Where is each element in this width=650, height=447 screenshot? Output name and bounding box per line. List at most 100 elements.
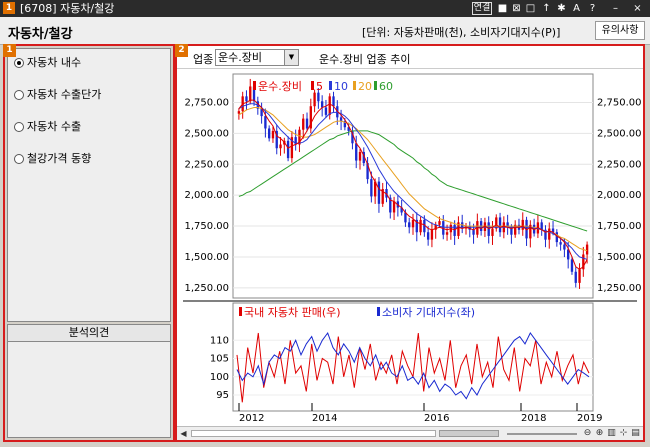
radio-icon[interactable] bbox=[14, 154, 24, 164]
scroll-left-icon[interactable]: ◀ bbox=[178, 428, 189, 439]
opinion-body bbox=[7, 342, 171, 438]
legend-marker bbox=[377, 307, 380, 316]
menu-item-auto-export[interactable]: 자동차 수출 bbox=[14, 119, 81, 135]
candle-body bbox=[426, 232, 430, 240]
zoom-in-icon[interactable]: ⊕ bbox=[594, 428, 605, 439]
candle-body bbox=[249, 86, 252, 102]
price-ytick-label-right: 2,500.00 bbox=[597, 128, 642, 139]
candle-body bbox=[578, 269, 581, 283]
candle-body bbox=[377, 181, 381, 204]
menu-item-label: 자동차 수출단가 bbox=[27, 88, 102, 101]
legend-label: 운수.장비 bbox=[258, 80, 302, 93]
candle-body bbox=[264, 116, 267, 129]
candle-body bbox=[419, 219, 422, 233]
candle-body bbox=[487, 222, 490, 236]
zoom-out-icon[interactable]: ⊖ bbox=[582, 428, 593, 439]
close-box-icon[interactable]: ⊠ bbox=[511, 2, 522, 15]
menu-item-label: 철강가격 동향 bbox=[27, 152, 92, 165]
candle-body bbox=[267, 128, 271, 139]
candle-body bbox=[302, 118, 305, 130]
legend-label: 20 bbox=[358, 80, 372, 93]
minimize-icon[interactable]: – bbox=[610, 2, 621, 15]
price-ytick-label-right: 2,750.00 bbox=[597, 98, 642, 109]
price-ytick-label-left: 1,750.00 bbox=[184, 221, 229, 232]
candle-body bbox=[317, 92, 320, 102]
dropdown-arrow-icon[interactable]: ▼ bbox=[284, 50, 298, 65]
candle-body bbox=[574, 271, 577, 283]
screen-header: 자동차/철강 [단위: 자동차판매(천), 소비자기대지수(P)] 유의사항 bbox=[0, 17, 650, 45]
chart-title: 운수.장비 업종 추이 bbox=[319, 53, 411, 66]
link-button[interactable]: 연결 bbox=[472, 2, 492, 15]
notice-button[interactable]: 유의사항 bbox=[595, 21, 645, 40]
bars-icon[interactable]: ▥ bbox=[606, 428, 617, 439]
legend-label: 10 bbox=[334, 80, 348, 93]
price-ytick-label-left: 2,250.00 bbox=[184, 159, 229, 170]
radio-icon[interactable] bbox=[14, 90, 24, 100]
scroll-thumb[interactable] bbox=[439, 430, 499, 437]
legend-label: 60 bbox=[379, 80, 393, 93]
menu-item-export-price[interactable]: 자동차 수출단가 bbox=[14, 87, 101, 103]
price-chart-frame bbox=[232, 73, 594, 299]
legend-marker bbox=[353, 81, 356, 90]
candle-body bbox=[358, 151, 362, 161]
chart-controls: 업종 운수.장비 ▼ 운수.장비 업종 추이 bbox=[177, 46, 643, 69]
candle-body bbox=[555, 232, 559, 243]
candle-body bbox=[339, 117, 343, 122]
window-title: [6708] 자동차/철강 bbox=[20, 2, 115, 15]
settings-icon[interactable]: ✱ bbox=[556, 2, 567, 15]
candle-body bbox=[472, 229, 475, 235]
right-panel: 2 업종 운수.장비 ▼ 운수.장비 업종 추이 1,250.00 1,500.0… bbox=[175, 44, 645, 442]
candle-body bbox=[453, 224, 456, 236]
menu-item-steel-price[interactable]: 철강가격 동향 bbox=[14, 151, 91, 167]
candle-body bbox=[548, 228, 551, 240]
candle-body bbox=[355, 143, 358, 161]
pin-icon[interactable]: ↑ bbox=[541, 2, 552, 15]
candle-body bbox=[392, 201, 396, 213]
candle-body bbox=[408, 222, 411, 228]
price-ytick-label-left: 2,750.00 bbox=[184, 98, 229, 109]
restore-icon[interactable]: □ bbox=[525, 2, 536, 15]
candle-body bbox=[411, 219, 415, 228]
scroll-track[interactable] bbox=[191, 430, 436, 437]
candle-body bbox=[324, 107, 328, 115]
candle-body bbox=[430, 229, 434, 240]
radio-selected-icon[interactable] bbox=[14, 58, 24, 68]
candle-body bbox=[559, 242, 562, 245]
lock-icon[interactable]: ■ bbox=[497, 2, 508, 15]
price-ytick-label-right: 2,250.00 bbox=[597, 159, 642, 170]
candle-body bbox=[521, 219, 524, 230]
sector-select[interactable]: 운수.장비 ▼ bbox=[215, 49, 299, 66]
indicator-xtick-label: 2018 bbox=[521, 413, 546, 424]
price-ytick-label-left: 1,500.00 bbox=[184, 252, 229, 263]
close-icon[interactable]: × bbox=[632, 2, 643, 15]
legend-label: 5 bbox=[316, 80, 323, 93]
menu-item-domestic-auto[interactable]: 자동차 내수 bbox=[14, 55, 81, 71]
legend-marker bbox=[253, 81, 256, 90]
candle-body bbox=[445, 232, 449, 235]
radio-icon[interactable] bbox=[14, 122, 24, 132]
page-title: 자동차/철강 bbox=[8, 27, 73, 42]
help-icon[interactable]: ? bbox=[587, 2, 598, 15]
candle-body bbox=[585, 244, 589, 255]
sector-label: 업종 bbox=[193, 53, 214, 66]
print-icon[interactable]: ▤ bbox=[630, 428, 641, 439]
menu-item-label: 자동차 내수 bbox=[27, 56, 82, 69]
candle-body bbox=[313, 92, 316, 107]
legend-label: 국내 자동차 판매(우) bbox=[244, 306, 341, 319]
indicator-ytick-label: 110 bbox=[210, 335, 229, 346]
candle-body bbox=[279, 144, 282, 149]
menu-list: 자동차 내수 자동차 수출단가 자동차 수출 철강가격 동향 bbox=[7, 48, 171, 322]
indicator-xtick-label: 2014 bbox=[312, 413, 337, 424]
candle-body bbox=[563, 244, 566, 250]
font-icon[interactable]: A bbox=[571, 2, 582, 15]
zoom-slider[interactable] bbox=[507, 433, 577, 435]
legend-label: 소비자 기대지수(좌) bbox=[382, 306, 475, 319]
left-panel: 1 자동차 내수 자동차 수출단가 자동차 수출 철강가격 동향 분석의견 bbox=[3, 44, 175, 442]
chart-scrollbar[interactable]: ◀ ⊖ ⊕ ▥ ⊹ ▤ bbox=[177, 426, 643, 440]
crosshair-icon[interactable]: ⊹ bbox=[618, 428, 629, 439]
opinion-header: 분석의견 bbox=[7, 324, 171, 342]
price-ytick-label-left: 1,250.00 bbox=[184, 283, 229, 294]
candle-body bbox=[286, 140, 290, 159]
candle-body bbox=[570, 259, 574, 272]
price-ytick-label-left: 2,500.00 bbox=[184, 128, 229, 139]
